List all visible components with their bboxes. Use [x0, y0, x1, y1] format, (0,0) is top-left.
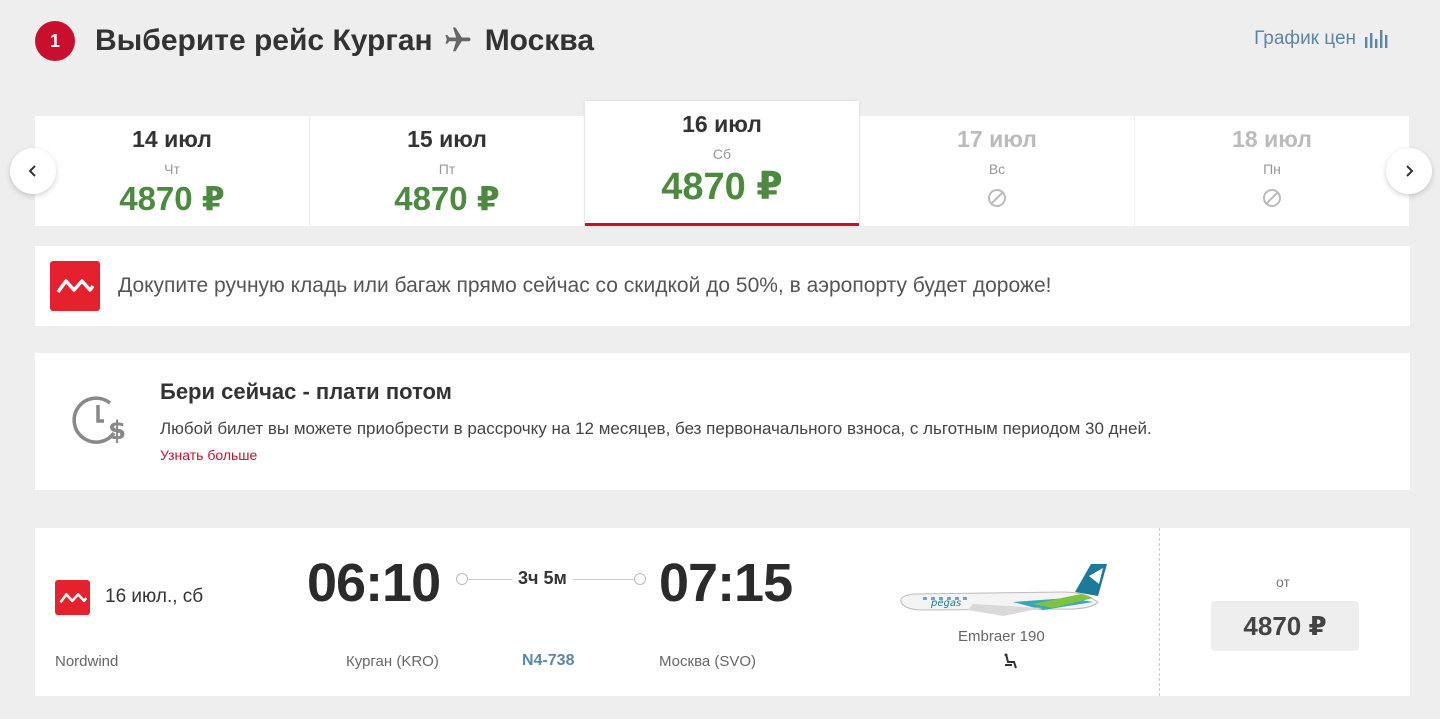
select-flight-price-button[interactable]: 4870 ₽: [1211, 601, 1359, 651]
date-tab[interactable]: 15 июл Пт 4870 ₽: [310, 116, 584, 226]
date-selector: 14 июл Чт 4870 ₽ 15 июл Пт 4870 ₽ 16 июл…: [35, 101, 1410, 226]
livery-text: pegas: [930, 598, 961, 609]
banner-text: Докупите ручную кладь или багаж прямо се…: [118, 274, 1052, 297]
chevron-left-icon: [28, 165, 36, 177]
title-origin: Выберите рейс Курган: [95, 24, 433, 57]
aircraft-image: pegas: [900, 564, 1107, 616]
learn-more-link[interactable]: Узнать больше: [160, 447, 257, 463]
date-label: 15 июл: [407, 126, 487, 152]
nordwind-logo: [55, 580, 90, 615]
unavailable-icon: [1263, 189, 1281, 207]
date-label: 16 июл: [682, 111, 762, 137]
date-tab[interactable]: 14 июл Чт 4870 ₽: [35, 116, 309, 226]
bar-chart-icon: [1365, 30, 1388, 48]
arrival-time: 07:15: [659, 553, 793, 613]
nordwind-logo: [50, 261, 100, 311]
arrival-airport: Москва (SVO): [659, 653, 757, 670]
installment-promo: $ Бери сейчас - плати потом Любой билет …: [35, 353, 1410, 490]
page-header: 1 Выберите рейс Курган Москва График цен: [35, 20, 1410, 62]
date-tab-unavailable: 18 июл Пн: [1135, 116, 1409, 226]
date-price: 4870 ₽: [661, 166, 783, 208]
airline-name: Nordwind: [55, 653, 119, 670]
flight-date: 16 июл., сб: [105, 586, 204, 607]
next-dates-button[interactable]: [1386, 148, 1432, 194]
flight-number-link[interactable]: N4-738: [522, 652, 574, 670]
flight-duration: 3ч 5м: [512, 568, 573, 589]
flight-card[interactable]: 16 июл., сб Nordwind 06:10 3ч 5м 07:15 К…: [35, 528, 1410, 696]
unavailable-icon: [988, 189, 1006, 207]
date-tab-unavailable: 17 июл Вс: [860, 116, 1134, 226]
date-price: 4870 ₽: [394, 180, 500, 217]
weekday-label: Сб: [712, 146, 732, 162]
date-label: 17 июл: [957, 126, 1037, 152]
weekday-label: Пт: [438, 161, 456, 177]
plane-icon: [443, 25, 475, 57]
date-label: 14 июл: [132, 126, 212, 152]
price-chart-link[interactable]: График цен: [1254, 28, 1388, 50]
promo-text: Любой билет вы можете приобрести в расср…: [160, 419, 1152, 438]
prev-dates-button[interactable]: [10, 148, 56, 194]
page-title: Выберите рейс Курган Москва: [95, 20, 594, 62]
weekday-label: Чт: [164, 161, 180, 177]
weekday-label: Вс: [988, 161, 1006, 177]
seat-icon[interactable]: [1002, 652, 1020, 670]
card-divider: [1159, 528, 1160, 696]
date-label: 18 июл: [1232, 126, 1312, 152]
promo-title: Бери сейчас - плати потом: [160, 379, 452, 404]
departure-airport: Курган (KRO): [346, 653, 439, 670]
date-price: 4870 ₽: [119, 180, 225, 217]
clock-dollar-icon: $: [72, 396, 126, 446]
baggage-banner: Докупите ручную кладь или багаж прямо се…: [35, 246, 1410, 326]
title-destination: Москва: [484, 24, 595, 57]
date-tab-selected[interactable]: 16 июл Сб 4870 ₽: [585, 101, 859, 226]
chevron-right-icon: [1406, 165, 1414, 177]
step-badge: 1: [35, 21, 75, 61]
svg-text:$: $: [108, 416, 126, 446]
price-prefix: от: [1276, 574, 1290, 590]
aircraft-model: Embraer 190: [958, 628, 1045, 645]
price-chart-label: График цен: [1254, 28, 1356, 49]
departure-time: 06:10: [307, 553, 441, 613]
weekday-label: Пн: [1263, 161, 1281, 177]
